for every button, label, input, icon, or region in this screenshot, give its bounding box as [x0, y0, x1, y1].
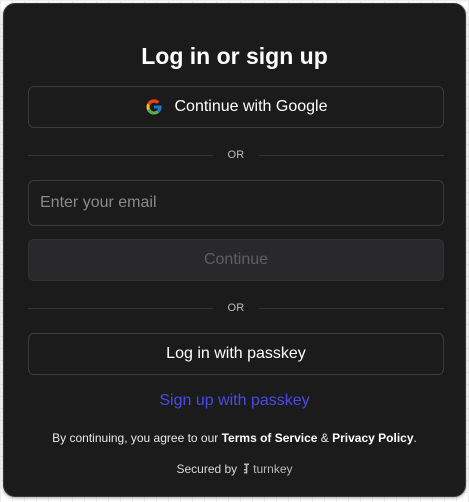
divider-line-left [28, 307, 214, 309]
or-divider: OR [28, 148, 445, 162]
or-label: OR [227, 302, 245, 314]
turnkey-brand: turnkey [243, 462, 293, 476]
terms-of-service-link[interactable]: Terms of Service [222, 431, 318, 445]
divider-line-left [28, 154, 214, 156]
privacy-policy-link[interactable]: Privacy Policy [332, 431, 413, 445]
terms-and: & [317, 431, 333, 445]
turnkey-key-icon [244, 463, 250, 474]
terms-notice: By continuing, you agree to our Terms of… [4, 431, 465, 445]
signup-with-passkey-link[interactable]: Sign up with passkey [4, 392, 465, 410]
terms-suffix: . [413, 431, 417, 445]
or-divider: OR [28, 301, 445, 315]
terms-prefix: By continuing, you agree to our [52, 431, 222, 445]
continue-with-google-button[interactable]: Continue with Google [28, 86, 444, 128]
login-with-passkey-button[interactable]: Log in with passkey [28, 333, 444, 375]
google-button-label: Continue with Google [174, 98, 328, 115]
auth-card: Log in or sign up Continue with Google O… [3, 3, 466, 497]
google-icon [146, 99, 161, 115]
divider-line-right [258, 307, 445, 309]
secured-by-label: Secured by [176, 462, 238, 476]
turnkey-wordmark: turnkey [253, 462, 293, 476]
email-field[interactable] [28, 180, 444, 226]
page-title: Log in or sign up [141, 43, 328, 69]
passkey-login-label: Log in with passkey [166, 345, 306, 362]
divider-line-right [258, 154, 445, 156]
continue-button-label: Continue [203, 251, 269, 268]
or-label: OR [227, 149, 245, 161]
continue-button[interactable]: Continue [28, 239, 444, 281]
secured-by-footer: Secured by turnkey [4, 462, 465, 476]
